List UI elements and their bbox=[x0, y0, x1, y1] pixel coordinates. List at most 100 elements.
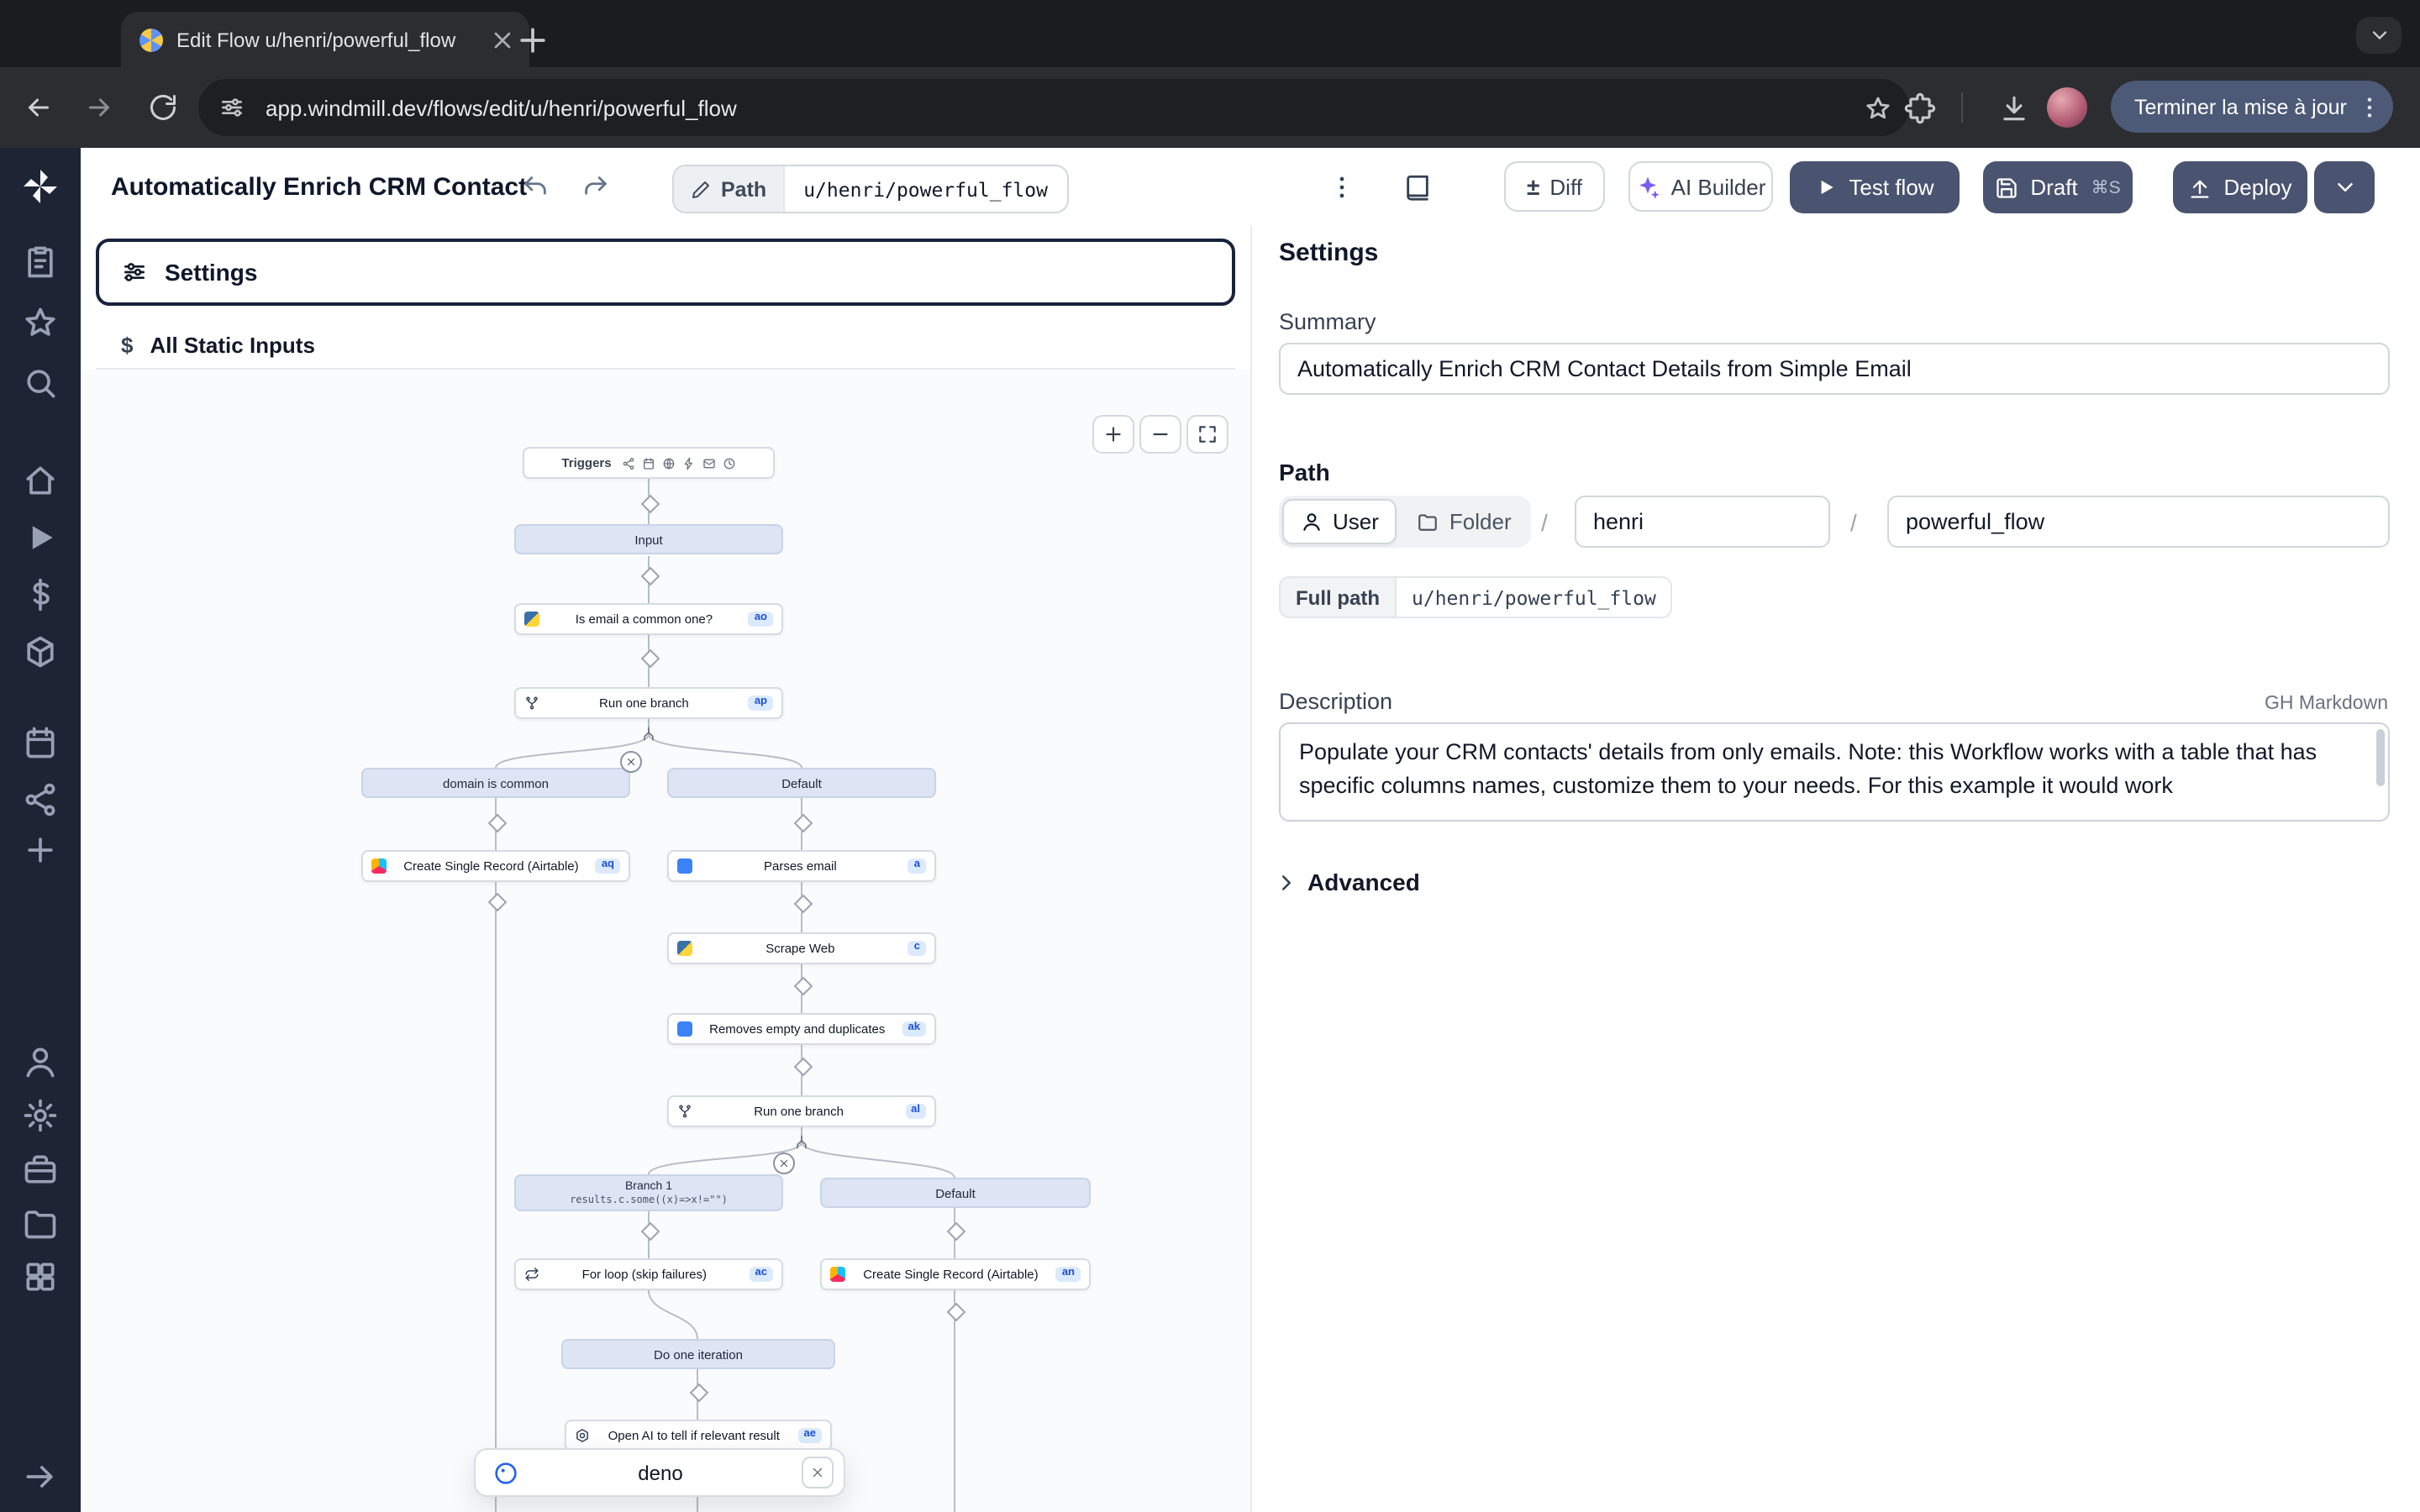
flow-path-pill[interactable]: Path u/henri/powerful_flow bbox=[672, 165, 1068, 213]
settings-tab[interactable]: Settings bbox=[96, 239, 1235, 306]
rail-resources-button[interactable] bbox=[22, 633, 59, 670]
windmill-logo[interactable] bbox=[20, 166, 60, 207]
rail-home-button[interactable] bbox=[22, 462, 59, 499]
rail-settings-button[interactable] bbox=[22, 1097, 59, 1134]
rail-variables-button[interactable] bbox=[22, 576, 59, 613]
flow-node-run-one-branch-1[interactable]: Run one branch ap bbox=[514, 687, 783, 719]
language-label: deno bbox=[533, 1461, 788, 1484]
flow-node-for-loop[interactable]: For loop (skip failures) ac bbox=[514, 1258, 783, 1290]
user-toggle[interactable]: User bbox=[1282, 499, 1397, 544]
reload-button[interactable] bbox=[141, 86, 185, 129]
flow-node-removes-empty[interactable]: Removes empty and duplicates ak bbox=[667, 1013, 936, 1045]
profile-avatar[interactable] bbox=[2047, 87, 2087, 128]
folder-icon bbox=[1418, 511, 1439, 533]
diff-button[interactable]: ± Diff bbox=[1504, 161, 1605, 212]
flow-name-input[interactable] bbox=[1887, 496, 2390, 548]
folder-toggle[interactable]: Folder bbox=[1401, 499, 1528, 544]
more-options-button[interactable] bbox=[1318, 163, 1365, 210]
back-button[interactable] bbox=[17, 86, 60, 129]
branch-header-default-1[interactable]: Default bbox=[667, 768, 936, 798]
extensions-button[interactable] bbox=[1904, 92, 1936, 124]
rail-expand-button[interactable] bbox=[22, 1458, 59, 1495]
new-tab-button[interactable] bbox=[514, 22, 551, 59]
settings-heading: Settings bbox=[1279, 239, 1378, 267]
rail-runs-button[interactable] bbox=[22, 519, 59, 556]
zoom-in-button[interactable] bbox=[1092, 415, 1134, 454]
flow-node-scrape-web[interactable]: Scrape Web c bbox=[667, 932, 936, 964]
forward-button[interactable] bbox=[77, 86, 121, 129]
branch-header-default-2[interactable]: Default bbox=[820, 1178, 1091, 1208]
rail-folders-button[interactable] bbox=[22, 1205, 59, 1242]
popup-close-button[interactable] bbox=[802, 1457, 834, 1488]
site-settings-icon[interactable] bbox=[218, 94, 245, 121]
tab-search-button[interactable] bbox=[2356, 17, 2402, 54]
zoom-out-button[interactable] bbox=[1139, 415, 1181, 454]
connector-diamond[interactable] bbox=[947, 1222, 966, 1242]
remove-branch-button[interactable] bbox=[773, 1152, 795, 1174]
flow-node-is-email-common[interactable]: Is email a common one? ao bbox=[514, 603, 783, 635]
docs-button[interactable] bbox=[1393, 163, 1440, 210]
tab-strip: Edit Flow u/henri/powerful_flow bbox=[0, 0, 2420, 67]
rail-users-button[interactable] bbox=[22, 1043, 59, 1080]
connector-diamond[interactable] bbox=[641, 495, 660, 514]
summary-input[interactable] bbox=[1279, 343, 2390, 395]
rail-search-button[interactable] bbox=[22, 365, 59, 402]
connector-diamond[interactable] bbox=[947, 1303, 966, 1322]
advanced-toggle[interactable]: Advanced bbox=[1274, 869, 1420, 895]
branch-header-domain-is-common[interactable]: domain is common bbox=[361, 768, 630, 798]
downloads-button[interactable] bbox=[1998, 92, 2030, 124]
bookmark-star-icon[interactable] bbox=[1864, 93, 1892, 122]
flow-node-parses-email[interactable]: Parses email a bbox=[667, 850, 936, 882]
url-input[interactable] bbox=[262, 93, 1847, 122]
undo-button[interactable] bbox=[511, 163, 558, 210]
deploy-button[interactable]: Deploy bbox=[2173, 161, 2307, 213]
owner-input[interactable] bbox=[1575, 496, 1830, 548]
browser-update-button[interactable]: Terminer la mise à jour bbox=[2111, 81, 2394, 133]
flow-node-create-single-record-right[interactable]: Create Single Record (Airtable) an bbox=[820, 1258, 1091, 1290]
connector-diamond[interactable] bbox=[794, 814, 813, 833]
fit-view-button[interactable] bbox=[1186, 415, 1228, 454]
description-textarea[interactable]: Populate your CRM contacts' details from… bbox=[1281, 724, 2388, 820]
connector-diamond[interactable] bbox=[794, 895, 813, 914]
flow-node-input[interactable]: Input bbox=[514, 524, 783, 554]
textarea-scrollbar[interactable] bbox=[2376, 729, 2385, 786]
branch-header-branch-1[interactable]: Branch 1 results.c.some((x)=>x!="") bbox=[514, 1174, 783, 1211]
connector-diamond[interactable] bbox=[641, 567, 660, 586]
ai-builder-button[interactable]: AI Builder bbox=[1628, 161, 1773, 212]
redo-button[interactable] bbox=[571, 163, 618, 210]
page-title[interactable]: Automatically Enrich CRM Contact bbox=[111, 148, 527, 225]
ai-builder-label: AI Builder bbox=[1671, 174, 1766, 199]
tab-close-icon[interactable] bbox=[489, 26, 516, 53]
connector-diamond[interactable] bbox=[794, 977, 813, 996]
flow-node-run-one-branch-2[interactable]: Run one branch al bbox=[667, 1095, 936, 1127]
rail-apps-button[interactable] bbox=[22, 1258, 59, 1295]
deploy-dropdown-button[interactable] bbox=[2314, 161, 2375, 213]
connector-diamond[interactable] bbox=[794, 1058, 813, 1077]
rail-favorites-button[interactable] bbox=[22, 304, 59, 341]
connector-diamond[interactable] bbox=[641, 1222, 660, 1242]
rail-workspace-button[interactable] bbox=[22, 1151, 59, 1188]
connector-diamond[interactable] bbox=[488, 893, 508, 912]
node-label: Removes empty and duplicates bbox=[699, 1021, 896, 1037]
rail-schedules-button[interactable] bbox=[22, 724, 59, 761]
draft-button[interactable]: Draft ⌘S bbox=[1983, 161, 2133, 213]
script-icon bbox=[677, 1021, 692, 1037]
deno-icon bbox=[492, 1459, 519, 1486]
flow-node-create-single-record-left[interactable]: Create Single Record (Airtable) aq bbox=[361, 850, 630, 882]
flow-node-openai-relevance[interactable]: Open AI to tell if relevant result ae bbox=[565, 1420, 832, 1452]
rail-clipboard-button[interactable] bbox=[22, 244, 59, 281]
address-bar[interactable] bbox=[198, 79, 1909, 136]
rail-add-button[interactable] bbox=[22, 832, 59, 869]
toolbar-divider bbox=[1961, 92, 1963, 123]
remove-branch-button[interactable] bbox=[620, 751, 642, 773]
triggers-node[interactable]: Triggers bbox=[523, 447, 775, 479]
test-flow-button[interactable]: Test flow bbox=[1790, 161, 1960, 213]
browser-menu-icon[interactable] bbox=[2357, 93, 2384, 120]
connector-diamond[interactable] bbox=[641, 649, 660, 669]
static-inputs-row[interactable]: $ All Static Inputs bbox=[96, 321, 1235, 370]
browser-tab[interactable]: Edit Flow u/henri/powerful_flow bbox=[121, 12, 529, 67]
rail-workers-button[interactable] bbox=[22, 781, 59, 818]
connector-diamond[interactable] bbox=[690, 1383, 709, 1403]
connector-diamond[interactable] bbox=[488, 814, 508, 833]
loop-header-do-one-iteration[interactable]: Do one iteration bbox=[561, 1339, 835, 1369]
